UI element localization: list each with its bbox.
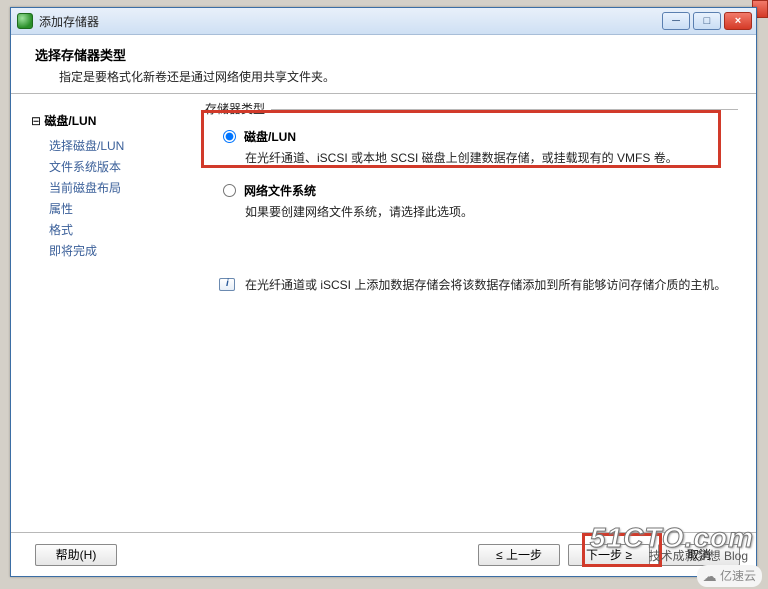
wizard-header: 选择存储器类型 指定是要格式化新卷还是通过网络使用共享文件夹。 <box>11 35 756 94</box>
close-button[interactable]: × <box>724 12 752 30</box>
radio-nfs[interactable] <box>223 184 236 197</box>
window-buttons: ─ □ × <box>662 12 752 30</box>
app-icon <box>17 13 33 29</box>
storage-type-options: 磁盘/LUN 在光纤通道、iSCSI 或本地 SCSI 磁盘上创建数据存储，或挂… <box>201 110 738 236</box>
nav-item-ready[interactable]: 即将完成 <box>49 240 193 261</box>
back-button[interactable]: ≤ 上一步 <box>478 544 560 566</box>
fieldset-label: 存储器类型 <box>201 102 265 116</box>
minimize-button[interactable]: ─ <box>662 12 690 30</box>
option-disk-lun-label: 磁盘/LUN <box>244 128 296 145</box>
nav-item-format[interactable]: 格式 <box>49 219 193 240</box>
option-nfs-desc: 如果要创建网络文件系统，请选择此选项。 <box>245 203 728 220</box>
option-disk-lun-desc: 在光纤通道、iSCSI 或本地 SCSI 磁盘上创建数据存储，或挂载现有的 VM… <box>245 149 728 166</box>
nav-item-disk-layout[interactable]: 当前磁盘布局 <box>49 177 193 198</box>
wizard-body: 磁盘/LUN 选择磁盘/LUN 文件系统版本 当前磁盘布局 属性 格式 即将完成… <box>11 94 756 532</box>
option-disk-lun[interactable]: 磁盘/LUN 在光纤通道、iSCSI 或本地 SCSI 磁盘上创建数据存储，或挂… <box>219 122 732 176</box>
option-nfs-label: 网络文件系统 <box>244 182 316 199</box>
nav-item-select-disk[interactable]: 选择磁盘/LUN <box>49 135 193 156</box>
help-button[interactable]: 帮助(H) <box>35 544 117 566</box>
dialog-window: 添加存储器 ─ □ × 选择存储器类型 指定是要格式化新卷还是通过网络使用共享文… <box>10 7 757 577</box>
radio-disk-lun[interactable] <box>223 130 236 143</box>
info-row: 在光纤通道或 iSCSI 上添加数据存储会将该数据存储添加到所有能够访问存储介质… <box>219 276 734 293</box>
maximize-button[interactable]: □ <box>693 12 721 30</box>
nav-root[interactable]: 磁盘/LUN <box>31 112 193 129</box>
next-button[interactable]: 下一步 ≥ <box>568 544 650 566</box>
page-subtitle: 指定是要格式化新卷还是通过网络使用共享文件夹。 <box>59 68 736 85</box>
nav-item-properties[interactable]: 属性 <box>49 198 193 219</box>
titlebar[interactable]: 添加存储器 ─ □ × <box>11 8 756 35</box>
cancel-button[interactable]: 取消 <box>658 544 740 566</box>
window-title: 添加存储器 <box>39 13 662 30</box>
option-nfs[interactable]: 网络文件系统 如果要创建网络文件系统，请选择此选项。 <box>219 176 732 230</box>
info-icon <box>219 278 235 291</box>
page-title: 选择存储器类型 <box>35 45 736 64</box>
wizard-nav: 磁盘/LUN 选择磁盘/LUN 文件系统版本 当前磁盘布局 属性 格式 即将完成 <box>11 94 201 532</box>
wizard-content: 存储器类型 磁盘/LUN 在光纤通道、iSCSI 或本地 SCSI 磁盘上创建数… <box>201 94 756 532</box>
wizard-footer: 帮助(H) ≤ 上一步 下一步 ≥ 取消 <box>11 532 756 576</box>
nav-item-fs-version[interactable]: 文件系统版本 <box>49 156 193 177</box>
info-text: 在光纤通道或 iSCSI 上添加数据存储会将该数据存储添加到所有能够访问存储介质… <box>245 276 726 293</box>
